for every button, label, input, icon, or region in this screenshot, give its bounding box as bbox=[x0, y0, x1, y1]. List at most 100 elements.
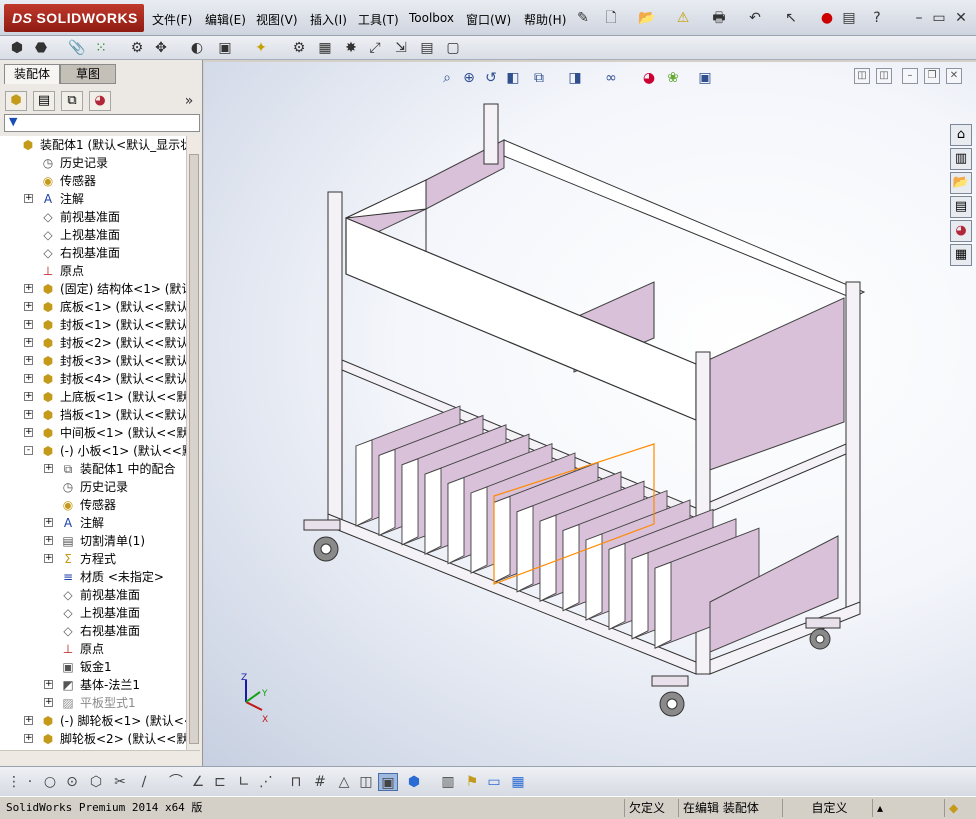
instant3d-icon[interactable]: ⇲ bbox=[392, 39, 410, 57]
polygon-icon[interactable]: ⬡ bbox=[86, 773, 106, 791]
file-explorer-icon[interactable]: 📂 bbox=[950, 172, 972, 194]
rebuild-icon[interactable]: ⚠ bbox=[674, 9, 692, 27]
menu-file[interactable]: 文件(F) bbox=[152, 11, 192, 28]
select-cursor-icon[interactable]: ↖ bbox=[782, 9, 800, 27]
trim-icon[interactable]: ✂ bbox=[110, 773, 130, 791]
circle-icon[interactable]: ○ bbox=[40, 773, 60, 791]
menu-edit[interactable]: 编辑(E) bbox=[205, 11, 246, 28]
menu-toolbox[interactable]: Toolbox bbox=[409, 11, 454, 25]
mate-icon[interactable]: 📎 bbox=[68, 39, 86, 57]
smart-fasteners-icon[interactable]: ⚙ bbox=[128, 39, 146, 57]
flag-icon[interactable]: ⚑ bbox=[462, 773, 482, 791]
help-icon[interactable]: ? bbox=[868, 9, 886, 27]
custom-properties-icon[interactable]: ▦ bbox=[950, 244, 972, 266]
smart-dimension-icon[interactable]: ⊓ bbox=[286, 773, 306, 791]
menu-view[interactable]: 视图(V) bbox=[256, 11, 298, 28]
minimize-icon[interactable]: – bbox=[910, 9, 928, 27]
tile-icon[interactable]: ▦ bbox=[508, 773, 528, 791]
expand-toggle[interactable]: + bbox=[24, 410, 33, 419]
grid-icon[interactable]: # bbox=[310, 773, 330, 791]
solidworks-resources-icon[interactable]: ⌂ bbox=[950, 124, 972, 146]
propertymanager-tab-icon[interactable]: ▤ bbox=[33, 91, 55, 111]
expand-toggle[interactable]: + bbox=[24, 284, 33, 293]
expand-toggle[interactable]: + bbox=[24, 338, 33, 347]
expand-toggle[interactable]: + bbox=[24, 194, 33, 203]
center-point-icon[interactable]: ⊙ bbox=[62, 773, 82, 791]
tab-sketch[interactable]: 草图 bbox=[60, 64, 116, 84]
menu-insert[interactable]: 插入(I) bbox=[310, 11, 347, 28]
dimension-icon[interactable]: ⋰ bbox=[256, 773, 276, 791]
move-component-icon[interactable]: ✥ bbox=[152, 39, 170, 57]
displaymanager-tab-icon[interactable]: ◕ bbox=[89, 91, 111, 111]
open-folder-icon[interactable]: 📂 bbox=[638, 9, 656, 27]
fillet-icon[interactable]: ⌒ bbox=[166, 773, 186, 791]
expand-toggle[interactable]: + bbox=[24, 374, 33, 383]
collapse-toggle[interactable]: - bbox=[24, 446, 33, 455]
insert-component-icon[interactable]: ⬢ bbox=[8, 39, 26, 57]
rebuild-notice-icon[interactable]: ◆ bbox=[944, 799, 974, 817]
bill-of-materials-icon[interactable]: ▦ bbox=[316, 39, 334, 57]
new-document-icon[interactable]: 🗋 bbox=[602, 9, 620, 27]
close-icon[interactable]: ✕ bbox=[952, 9, 970, 27]
window-icon[interactable]: ▭ bbox=[484, 773, 504, 791]
graphics-viewport[interactable]: ⌕ ⊕ ↺ ◧ ⧉ ◨ ∞ ◕ ❀ ▣ ◫ ◫ – ❐ ✕ Z X Y ⌂ ▥ … bbox=[204, 62, 976, 766]
expand-toggle[interactable]: + bbox=[44, 464, 53, 473]
exploded-view-icon[interactable]: ✸ bbox=[342, 39, 360, 57]
snapshot-icon[interactable]: ▢ bbox=[444, 39, 462, 57]
undo-icon[interactable]: ↶ bbox=[746, 9, 764, 27]
expand-toggle[interactable]: + bbox=[24, 356, 33, 365]
menu-tools[interactable]: 工具(T) bbox=[358, 11, 399, 28]
appearances-icon[interactable]: ◕ bbox=[950, 220, 972, 242]
3d-box-icon[interactable]: ▣ bbox=[378, 773, 398, 791]
offset-icon[interactable]: ⊏ bbox=[210, 773, 230, 791]
box-icon[interactable]: ◫ bbox=[356, 773, 376, 791]
expand-toggle[interactable]: + bbox=[44, 518, 53, 527]
new-part-icon[interactable]: ⬣ bbox=[32, 39, 50, 57]
triangle-icon[interactable]: △ bbox=[334, 773, 354, 791]
expand-toggle[interactable]: + bbox=[24, 734, 33, 743]
tree-filter[interactable]: ▼ bbox=[4, 114, 200, 132]
linear-pattern-icon[interactable]: ⁙ bbox=[92, 39, 110, 57]
view-palette-icon[interactable]: ▤ bbox=[950, 196, 972, 218]
status-units[interactable]: 自定义 bbox=[782, 799, 872, 817]
expand-toggle[interactable]: + bbox=[24, 392, 33, 401]
design-library-icon[interactable]: ▥ bbox=[950, 148, 972, 170]
expand-toggle[interactable]: + bbox=[24, 428, 33, 437]
show-hidden-icon[interactable]: ◐ bbox=[188, 39, 206, 57]
speedpak-icon[interactable]: ▤ bbox=[418, 39, 436, 57]
expand-toggle[interactable]: + bbox=[44, 536, 53, 545]
featuremanager-tab-icon[interactable]: ⬢ bbox=[5, 91, 27, 111]
model-render[interactable]: Z X Y bbox=[204, 62, 976, 766]
new-motion-study-icon[interactable]: ⚙ bbox=[290, 39, 308, 57]
configurationmanager-tab-icon[interactable]: ⧉ bbox=[61, 91, 83, 111]
assembly-features-icon[interactable]: ▣ bbox=[216, 39, 234, 57]
explode-line-icon[interactable]: ⤢ bbox=[366, 39, 384, 57]
angle-icon[interactable]: ∟ bbox=[234, 773, 254, 791]
traffic-light-icon[interactable]: ● bbox=[818, 9, 836, 27]
layers-icon[interactable]: ▥ bbox=[438, 773, 458, 791]
expand-toggle[interactable]: + bbox=[24, 302, 33, 311]
status-units-arrow[interactable]: ▴ bbox=[872, 799, 944, 817]
print-icon[interactable]: 🖶 bbox=[710, 9, 728, 27]
menu-window[interactable]: 窗口(W) bbox=[466, 11, 511, 28]
tree-vertical-scrollbar[interactable] bbox=[186, 136, 200, 750]
scroll-thumb[interactable] bbox=[189, 154, 199, 744]
tree-horizontal-scrollbar[interactable] bbox=[0, 750, 200, 764]
expand-toggle[interactable]: + bbox=[44, 698, 53, 707]
restore-icon[interactable]: ▭ bbox=[930, 9, 948, 27]
expand-toggle[interactable]: + bbox=[24, 320, 33, 329]
solidworks-logo[interactable]: DS SOLIDWORKS bbox=[4, 4, 144, 32]
expand-toggle[interactable]: + bbox=[44, 680, 53, 689]
tab-assembly[interactable]: 装配体 bbox=[4, 64, 60, 84]
reference-geometry-icon[interactable]: ✦ bbox=[252, 39, 270, 57]
pin-icon[interactable]: ✎ bbox=[574, 9, 592, 27]
expand-toggle[interactable]: + bbox=[44, 554, 53, 563]
cube-view-icon[interactable]: ⬢ bbox=[404, 773, 424, 791]
options-icon[interactable]: ▤ bbox=[840, 9, 858, 27]
construction-line-icon[interactable]: ∕ bbox=[134, 773, 154, 791]
menu-help[interactable]: 帮助(H) bbox=[524, 11, 566, 28]
expand-tabs-icon[interactable]: » bbox=[180, 92, 198, 110]
expand-toggle[interactable]: + bbox=[24, 716, 33, 725]
chamfer-icon[interactable]: ∠ bbox=[188, 773, 208, 791]
point-icon[interactable]: · bbox=[20, 773, 40, 791]
